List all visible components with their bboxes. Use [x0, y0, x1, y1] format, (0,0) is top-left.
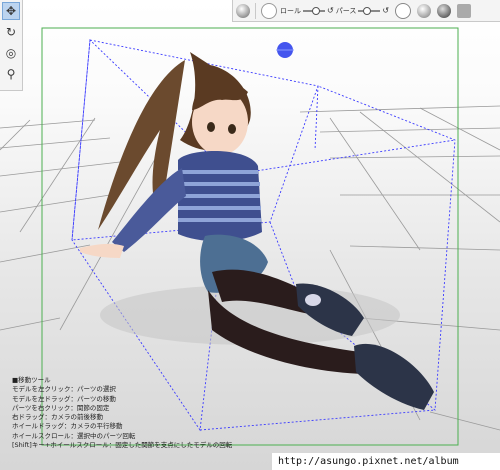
- tool-instructions: ■移動ツール モデルを左クリック：パーツの選択 モデルを左ドラッグ：パーツの移動…: [12, 376, 232, 450]
- left-tool-palette: ✥ ↻ ◎ ⚲: [0, 0, 23, 91]
- shaded-view-icon[interactable]: [417, 3, 432, 18]
- instruction-line: パーツを右クリック：関節の固定: [12, 403, 110, 412]
- camera-toolbar: ロール ↺ パース ↺: [232, 0, 500, 22]
- instructions-title: ■移動ツール: [12, 376, 51, 384]
- color-wheel-icon[interactable]: [261, 2, 277, 19]
- 3d-viewport[interactable]: ✥ ↻ ◎ ⚲ ロール ↺ パース ↺ ■移動ツール モデルを左クリック：パーツ…: [0, 0, 500, 470]
- move-cross-icon[interactable]: ✥: [2, 2, 20, 20]
- roll-reset-icon[interactable]: ↺: [327, 6, 334, 15]
- joint-pin-icon[interactable]: ⚲: [2, 65, 20, 83]
- watermark-url: http://asungo.pixnet.net/album: [272, 453, 500, 470]
- instruction-line: [Shift]キー+ホイールスクロール：固定した関節を支点にしたモデルの回転: [12, 441, 233, 450]
- settings-icon[interactable]: [395, 2, 412, 19]
- perspective-slider[interactable]: [358, 6, 381, 15]
- character-model[interactable]: [80, 52, 434, 410]
- perspective-label: パース: [335, 6, 357, 15]
- toolbar-divider: [255, 2, 256, 19]
- instruction-line: ホイールスクロール：選択中のパーツ回転: [12, 431, 136, 440]
- sphere-view-icon[interactable]: [236, 3, 250, 18]
- fullscreen-icon[interactable]: [457, 3, 472, 18]
- instruction-line: モデルを左ドラッグ：パーツの移動: [12, 394, 116, 403]
- roll-label: ロール: [280, 6, 301, 15]
- camera-orbit-icon[interactable]: ◎: [2, 44, 20, 62]
- perspective-slider-knob[interactable]: [363, 6, 372, 15]
- roll-slider[interactable]: [303, 6, 325, 15]
- instruction-line: ホイールドラッグ：カメラの平行移動: [12, 422, 123, 431]
- rotation-handle-icon[interactable]: [276, 42, 294, 58]
- rotate-icon[interactable]: ↻: [2, 23, 20, 41]
- dark-view-icon[interactable]: [437, 3, 452, 18]
- roll-slider-knob[interactable]: [312, 6, 321, 15]
- instruction-line: モデルを左クリック：パーツの選択: [12, 385, 116, 394]
- perspective-reset-icon[interactable]: ↺: [382, 6, 389, 15]
